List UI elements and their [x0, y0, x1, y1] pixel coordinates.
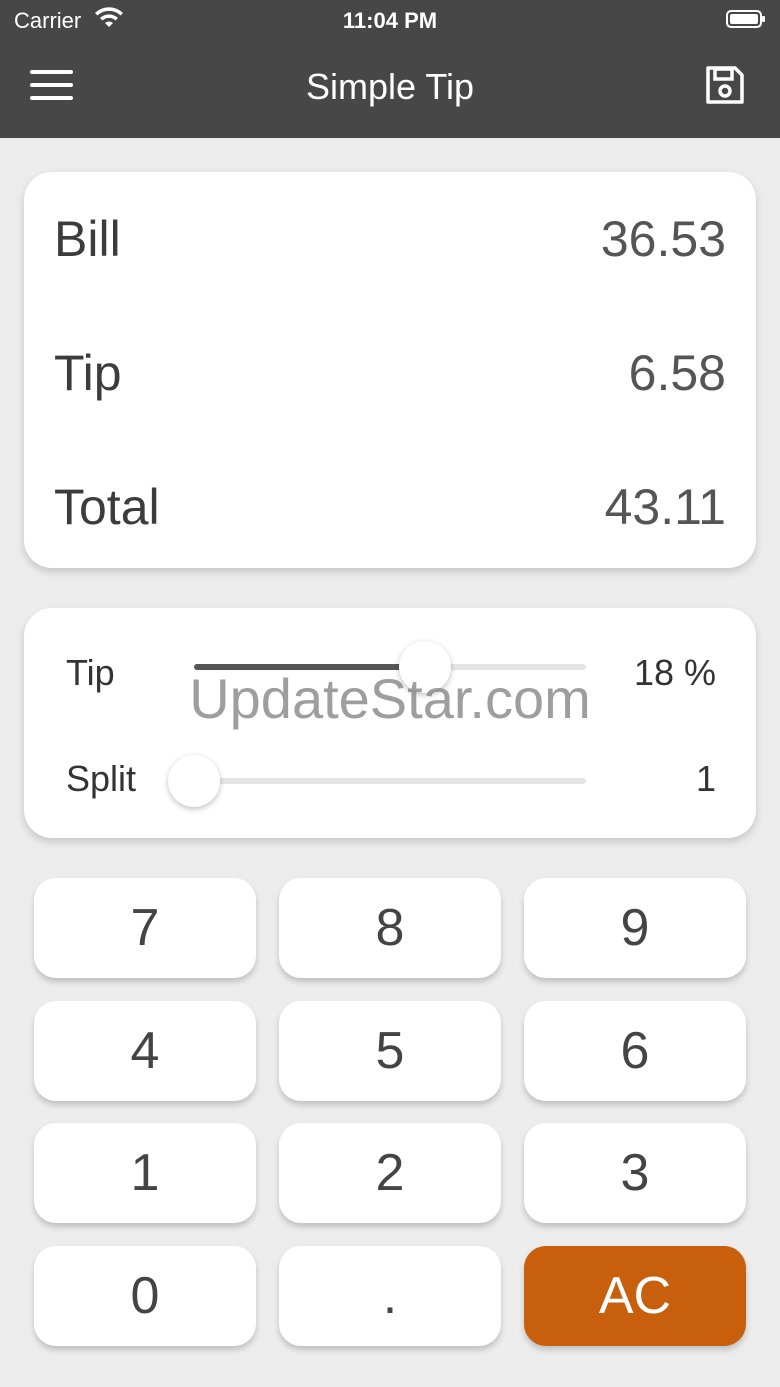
all-clear-button[interactable]: AC	[524, 1246, 746, 1346]
status-bar: Carrier 11:04 PM	[0, 0, 780, 40]
key-4[interactable]: 4	[34, 1001, 256, 1101]
tip-slider[interactable]	[194, 641, 586, 693]
key-3[interactable]: 3	[524, 1123, 746, 1223]
controls-card: Tip 18 % Split 1	[24, 608, 756, 838]
bill-label: Bill	[54, 211, 121, 267]
tip-percent-label: Tip	[66, 652, 115, 693]
key-1[interactable]: 1	[34, 1123, 256, 1223]
total-value: 43.11	[604, 479, 726, 535]
floppy-disk-save-icon[interactable]	[704, 64, 746, 106]
split-slider[interactable]	[168, 755, 586, 807]
split-value: 1	[695, 758, 716, 799]
key-2[interactable]: 2	[279, 1123, 501, 1223]
summary-card: Bill 36.53 Tip 6.58 Total 43.11	[24, 172, 756, 568]
clock-label: 11:04 PM	[342, 8, 438, 33]
key-9[interactable]: 9	[524, 878, 746, 978]
key-0[interactable]: 0	[34, 1246, 256, 1346]
nav-bar: Simple Tip	[0, 40, 780, 138]
total-label: Total	[54, 479, 160, 535]
tip-slider-fill	[194, 664, 426, 670]
split-label: Split	[66, 758, 137, 799]
tip-amount-label: Tip	[54, 345, 122, 401]
key-8[interactable]: 8	[279, 878, 501, 978]
battery-icon	[726, 10, 765, 28]
bill-value: 36.53	[600, 211, 726, 267]
split-slider-thumb[interactable]	[168, 755, 220, 807]
key-decimal[interactable]: .	[279, 1246, 501, 1346]
key-6[interactable]: 6	[524, 1001, 746, 1101]
page-title: Simple Tip	[305, 66, 475, 107]
tip-percent-value: 18 %	[633, 652, 716, 693]
tip-slider-thumb[interactable]	[399, 641, 452, 693]
tip-amount-value: 6.58	[628, 345, 726, 401]
key-5[interactable]: 5	[279, 1001, 501, 1101]
key-7[interactable]: 7	[34, 878, 256, 978]
